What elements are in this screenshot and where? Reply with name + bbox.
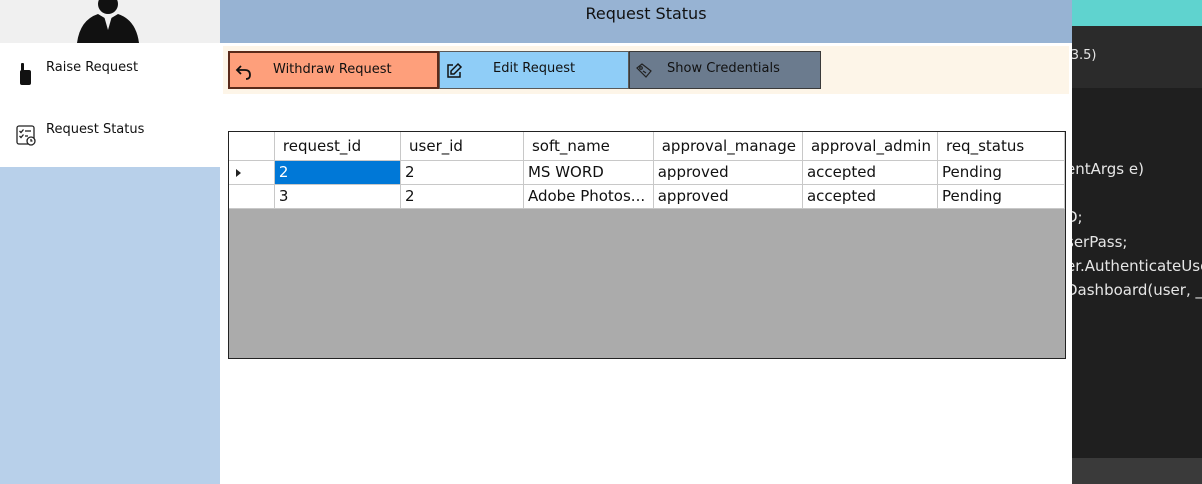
current-row-arrow-icon bbox=[236, 168, 241, 177]
row-header-cell[interactable] bbox=[229, 160, 275, 185]
request-data-grid[interactable]: request_id user_id soft_name approval_ma… bbox=[228, 131, 1066, 359]
sidebar-item-label: Request Status bbox=[46, 122, 145, 137]
editor-line: -3.5) bbox=[1072, 48, 1097, 63]
sidebar-item-request-status[interactable]: Request Status bbox=[0, 115, 220, 155]
editor-title-strip bbox=[1072, 0, 1202, 26]
withdraw-request-label: Withdraw Request bbox=[273, 62, 392, 77]
editor-line: entArgs e) bbox=[1072, 160, 1144, 178]
undo-arrow-icon bbox=[235, 63, 253, 81]
withdraw-request-button[interactable]: Withdraw Request bbox=[228, 51, 439, 89]
profile-area bbox=[0, 0, 220, 43]
editor-line: Dashboard(user, _s bbox=[1072, 281, 1202, 299]
table-cell[interactable]: Pending bbox=[937, 160, 1066, 185]
column-header[interactable]: approval_manage bbox=[653, 132, 803, 161]
edit-request-label: Edit Request bbox=[493, 61, 576, 76]
editor-status-strip bbox=[1072, 458, 1202, 484]
column-header[interactable]: soft_name bbox=[523, 132, 654, 161]
table-cell[interactable]: 3 bbox=[274, 184, 402, 209]
editor-line: serPass; bbox=[1072, 233, 1128, 251]
column-header[interactable]: approval_admin bbox=[802, 132, 938, 161]
editor-line: er.AuthenticateUse bbox=[1072, 257, 1202, 275]
table-header-row: request_id user_id soft_name approval_ma… bbox=[229, 132, 1066, 161]
column-header[interactable]: user_id bbox=[400, 132, 524, 161]
table-row[interactable]: 3 2 Adobe Photos... approved accepted Pe… bbox=[229, 184, 1066, 209]
table-cell[interactable]: Pending bbox=[937, 184, 1066, 209]
background-editor-window: -3.5) entArgs e) D; serPass; er.Authenti… bbox=[1072, 0, 1202, 484]
sidebar-item-raise-request[interactable]: Raise Request bbox=[0, 53, 220, 93]
table-cell[interactable]: 2 bbox=[400, 184, 524, 209]
tag-icon bbox=[635, 62, 653, 80]
column-header[interactable]: request_id bbox=[274, 132, 402, 161]
checklist-clock-icon bbox=[14, 123, 38, 147]
phone-icon bbox=[14, 61, 38, 85]
column-header[interactable]: req_status bbox=[937, 132, 1066, 161]
page-title: Request Status bbox=[585, 4, 707, 23]
editor-toolbar: -3.5) bbox=[1072, 26, 1202, 88]
show-credentials-button[interactable]: Show Credentials bbox=[629, 51, 821, 89]
sidebar-menu: Raise Request Request Status bbox=[0, 43, 220, 167]
row-header-cell[interactable] bbox=[229, 184, 275, 209]
table-cell[interactable]: accepted bbox=[802, 184, 938, 209]
editor-line: D; bbox=[1072, 208, 1083, 226]
request-table: request_id user_id soft_name approval_ma… bbox=[229, 132, 1066, 209]
table-cell[interactable]: 2 bbox=[274, 160, 402, 185]
table-cell[interactable]: accepted bbox=[802, 160, 938, 185]
main-panel: Request Status Withdraw Request Edit Req… bbox=[220, 0, 1072, 484]
table-cell[interactable]: approved bbox=[653, 184, 803, 209]
sidebar-item-label: Raise Request bbox=[46, 60, 139, 75]
title-bar: Request Status bbox=[220, 0, 1072, 43]
table-cell[interactable]: 2 bbox=[400, 160, 524, 185]
edit-pencil-icon bbox=[445, 62, 463, 80]
table-cell[interactable]: approved bbox=[653, 160, 803, 185]
show-credentials-label: Show Credentials bbox=[667, 61, 780, 76]
table-row[interactable]: 2 2 MS WORD approved accepted Pending bbox=[229, 160, 1066, 185]
table-cell[interactable]: Adobe Photos... bbox=[523, 184, 654, 209]
sidebar: Raise Request Request Status bbox=[0, 0, 220, 484]
row-header-corner bbox=[229, 132, 275, 161]
action-toolbar: Withdraw Request Edit Request Show Crede… bbox=[223, 46, 1069, 94]
edit-request-button[interactable]: Edit Request bbox=[439, 51, 629, 89]
user-avatar-icon bbox=[77, 0, 139, 43]
table-cell[interactable]: MS WORD bbox=[523, 160, 654, 185]
